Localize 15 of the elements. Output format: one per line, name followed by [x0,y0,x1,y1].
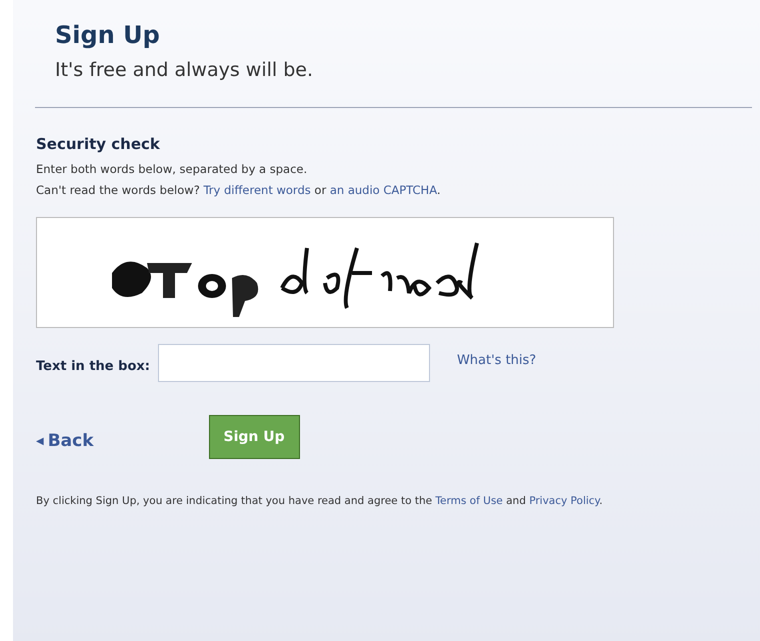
form-subtitle: It's free and always will be. [55,58,313,83]
field-label: Text in the box: [36,358,150,374]
help-text: Can't read the words below? Try different words or an audio CAPTCHA. [36,182,441,199]
back-link[interactable]: ◀ Back [36,431,94,451]
help-link[interactable]: Try different words [203,183,311,197]
legal-link[interactable]: Terms of Use [435,495,503,507]
help-link[interactable]: an audio CAPTCHA [330,183,437,197]
help-link[interactable]: What's this? [456,352,536,368]
section-heading: Security check [36,135,160,153]
back-arrow-icon: ◀ [36,436,44,446]
legal-link[interactable]: Privacy Policy [529,495,600,507]
form-title: Sign Up [55,20,160,51]
legal-text: By clicking Sign Up, you are indicating that you have read and agree to the Terms of Use and Privacy Policy. [36,494,604,509]
captcha-input-field[interactable] [158,344,430,382]
instruction-text: Enter both words below, separated by a space. [36,161,308,178]
